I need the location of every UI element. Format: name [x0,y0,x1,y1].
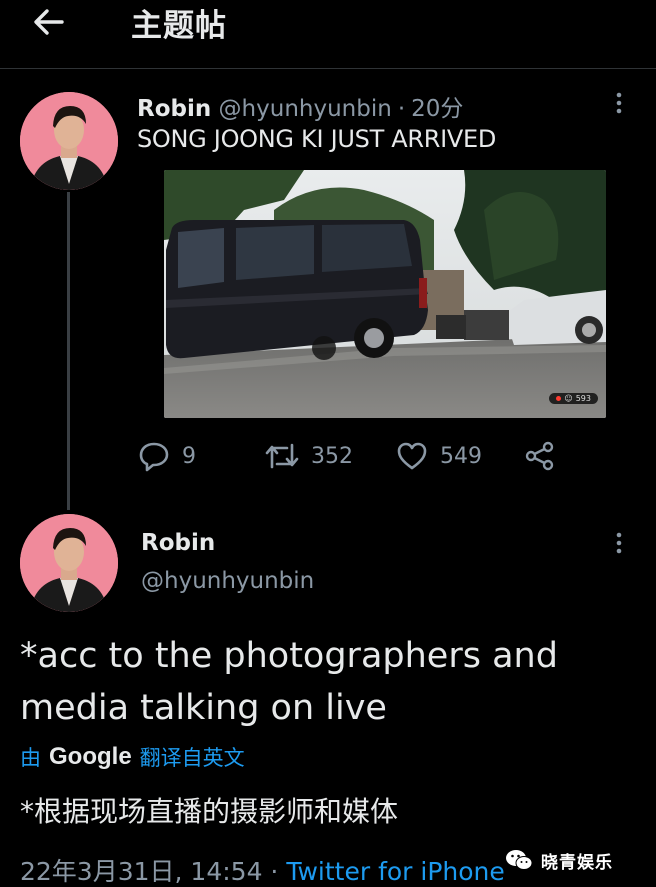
author-name[interactable]: Robin [137,96,211,122]
author-handle[interactable]: @hyunhyunbin [141,568,314,594]
google-logo: Google [49,743,132,770]
speech-bubble-icon [139,442,169,472]
share-icon [525,441,554,471]
like-button[interactable]: 549 [396,440,482,472]
tweet-time[interactable]: 20分 [411,96,463,122]
translated-text: *根据现场直播的摄影师和媒体 [20,795,399,828]
watermark-label: 晓青娱乐 [541,852,613,873]
view-count-badge: ☺ 593 [549,393,598,404]
avatar[interactable] [20,514,118,612]
share-button[interactable] [524,440,556,472]
translation-attribution[interactable]: 由 Google 翻译自英文 [20,742,245,772]
view-count: 593 [575,394,591,403]
heart-icon [397,442,427,470]
van-photo [164,170,606,418]
more-options-button[interactable] [612,530,626,560]
reply-button[interactable]: 9 [138,440,196,472]
person-icon: ☺ [564,394,573,403]
retweet-count: 352 [311,443,353,469]
more-vertical-icon [616,92,622,114]
author-name[interactable]: Robin [141,530,215,556]
author-handle[interactable]: @hyunhyunbin [219,96,392,122]
tweet-source-link[interactable]: Twitter for iPhone [286,857,504,886]
tweet-text: *acc to the photographers and media talk… [20,636,558,728]
tweet-timestamp: 22年3月31日, 14:54 [20,857,263,886]
header-divider [0,68,656,69]
tweet-metadata: 22年3月31日, 14:54 · Twitter for iPhone [20,852,505,887]
avatar[interactable] [20,92,118,190]
translate-by-label: 由 [20,746,41,770]
thread-connector [67,192,70,510]
top-bar: 主题帖 [0,0,656,68]
more-options-button[interactable] [612,90,626,120]
translated-from-label: 翻译自英文 [139,746,245,770]
avatar-image [20,514,118,612]
avatar-image [20,92,118,190]
live-dot-icon [556,396,562,401]
thread-page: 主题帖 Robin @hyunhyunbin · 20分 SONG JOONG KI… [0,0,656,887]
back-button[interactable] [28,2,68,42]
tweet-photo[interactable]: ☺ 593 [164,170,606,418]
page-title: 主题帖 [131,8,227,44]
parent-tweet-header: Robin @hyunhyunbin · 20分 [137,89,463,123]
separator-dot: · [397,96,406,122]
retweet-button[interactable]: 352 [265,440,353,472]
wechat-icon [506,850,533,870]
arrow-left-icon [34,9,64,35]
watermark: 晓青娱乐 [505,840,656,880]
more-vertical-icon [616,532,622,554]
parent-tweet-text: SONG JOONG KI JUST ARRIVED [137,125,497,153]
separator-dot: · [270,857,279,886]
retweet-icon [265,443,299,469]
like-count: 549 [440,443,482,469]
reply-count: 9 [182,443,196,469]
